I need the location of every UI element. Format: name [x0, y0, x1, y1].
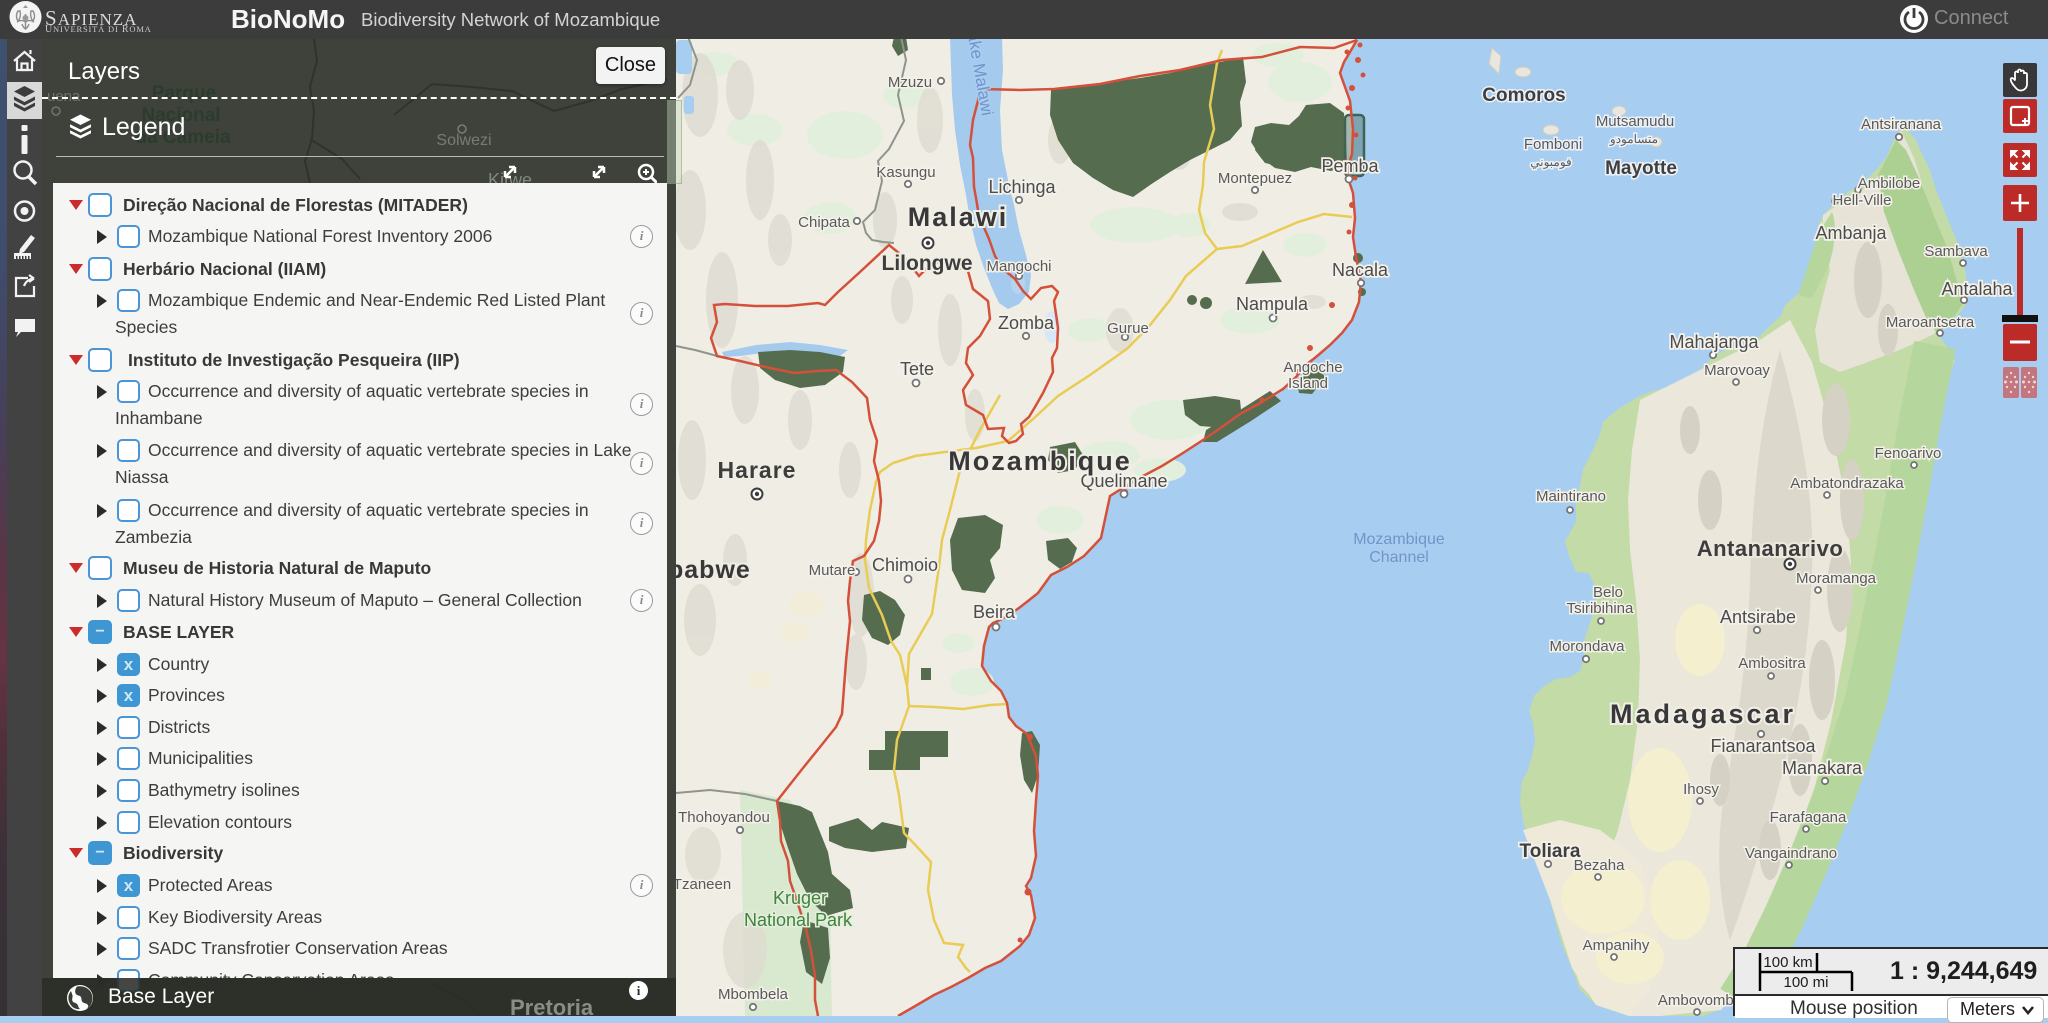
- svg-text:Mayotte: Mayotte: [1605, 158, 1677, 179]
- svg-text:Mahajanga: Mahajanga: [1669, 332, 1759, 352]
- svg-text:Fomboni: Fomboni: [1524, 136, 1582, 153]
- svg-text:Nacala: Nacala: [1332, 260, 1389, 280]
- svg-text:Island: Island: [1288, 375, 1328, 392]
- svg-text:Chimoio: Chimoio: [872, 555, 938, 575]
- svg-text:Montepuez: Montepuez: [1218, 170, 1292, 187]
- svg-text:Toliara: Toliara: [1520, 841, 1581, 862]
- svg-text:100 km: 100 km: [1763, 954, 1812, 971]
- svg-text:Kasungu: Kasungu: [876, 164, 935, 181]
- svg-text:Tete: Tete: [900, 359, 934, 379]
- svg-text:Maroantsetra: Maroantsetra: [1886, 314, 1975, 331]
- svg-text:Tsiribihina: Tsiribihina: [1567, 600, 1634, 617]
- svg-text:Morondava: Morondava: [1549, 638, 1625, 655]
- svg-text:Mutare: Mutare: [809, 562, 856, 579]
- svg-text:Ambatondrazaka: Ambatondrazaka: [1790, 475, 1904, 492]
- svg-text:Sambava: Sambava: [1924, 243, 1988, 260]
- svg-text:Mangochi: Mangochi: [986, 258, 1051, 275]
- svg-text:Thohoyandou: Thohoyandou: [678, 809, 770, 826]
- svg-text:Harare: Harare: [718, 457, 797, 483]
- svg-text:100 mi: 100 mi: [1783, 974, 1828, 991]
- svg-text:Angoche: Angoche: [1283, 359, 1342, 376]
- svg-text:Farafagana: Farafagana: [1770, 809, 1847, 826]
- svg-text:Beira: Beira: [973, 602, 1016, 622]
- svg-text:Gurue: Gurue: [1107, 320, 1149, 337]
- svg-text:Pemba: Pemba: [1321, 156, 1379, 176]
- svg-text:Mozambique: Mozambique: [948, 446, 1132, 476]
- svg-text:Antsiranana: Antsiranana: [1861, 116, 1942, 133]
- svg-text:Ambositra: Ambositra: [1738, 655, 1806, 672]
- svg-text:Marovoay: Marovoay: [1704, 362, 1770, 379]
- svg-text:فومبوني: فومبوني: [1530, 155, 1572, 169]
- svg-text:Antalaha: Antalaha: [1941, 279, 2013, 299]
- svg-text:Ampanihy: Ampanihy: [1583, 937, 1650, 954]
- svg-text:Hell-Ville: Hell-Ville: [1833, 192, 1892, 209]
- svg-text:Fianarantsoa: Fianarantsoa: [1710, 736, 1816, 756]
- svg-text:Channel: Channel: [1369, 549, 1429, 566]
- svg-text:Zomba: Zomba: [998, 313, 1055, 333]
- svg-text:babwe: babwe: [668, 556, 751, 584]
- svg-text:Lichinga: Lichinga: [988, 177, 1056, 197]
- svg-text:Antananarivo: Antananarivo: [1697, 536, 1844, 561]
- svg-text:Madagascar: Madagascar: [1610, 699, 1796, 729]
- svg-text:Moramanga: Moramanga: [1796, 570, 1877, 587]
- svg-text:Tzaneen: Tzaneen: [673, 876, 731, 893]
- svg-text:Nampula: Nampula: [1236, 294, 1309, 314]
- svg-text:Maintirano: Maintirano: [1536, 488, 1606, 505]
- svg-text:Ambanja: Ambanja: [1815, 223, 1887, 243]
- svg-text:Vangaindrano: Vangaindrano: [1745, 845, 1837, 862]
- svg-text:Ambilobe: Ambilobe: [1858, 175, 1921, 192]
- svg-text:Lilongwe: Lilongwe: [882, 252, 973, 275]
- svg-text:Mzuzu: Mzuzu: [888, 74, 932, 91]
- svg-text:Ihosy: Ihosy: [1683, 781, 1719, 798]
- svg-text:Malawi: Malawi: [908, 202, 1009, 232]
- svg-text:Parque: Parque: [152, 83, 216, 104]
- svg-text:Comoros: Comoros: [1482, 85, 1565, 106]
- svg-text:Kruger: Kruger: [773, 888, 827, 908]
- svg-text:Chipata: Chipata: [798, 214, 850, 231]
- svg-text:Mozambique: Mozambique: [1353, 531, 1445, 548]
- svg-text:Mbombela: Mbombela: [718, 986, 789, 1003]
- svg-text:Solwezi: Solwezi: [436, 132, 491, 149]
- svg-text:Ambovombe: Ambovombe: [1658, 992, 1742, 1009]
- svg-text:Mutsamudu: Mutsamudu: [1596, 113, 1674, 130]
- svg-text:Bezaha: Bezaha: [1574, 857, 1626, 874]
- svg-text:Antsirabe: Antsirabe: [1720, 607, 1796, 627]
- svg-text:Belo: Belo: [1593, 584, 1623, 601]
- svg-text:متسامودو: متسامودو: [1609, 132, 1658, 146]
- svg-text:Fenoarivo: Fenoarivo: [1875, 445, 1942, 462]
- svg-text:Manakara: Manakara: [1782, 758, 1863, 778]
- svg-text:National Park: National Park: [744, 910, 853, 930]
